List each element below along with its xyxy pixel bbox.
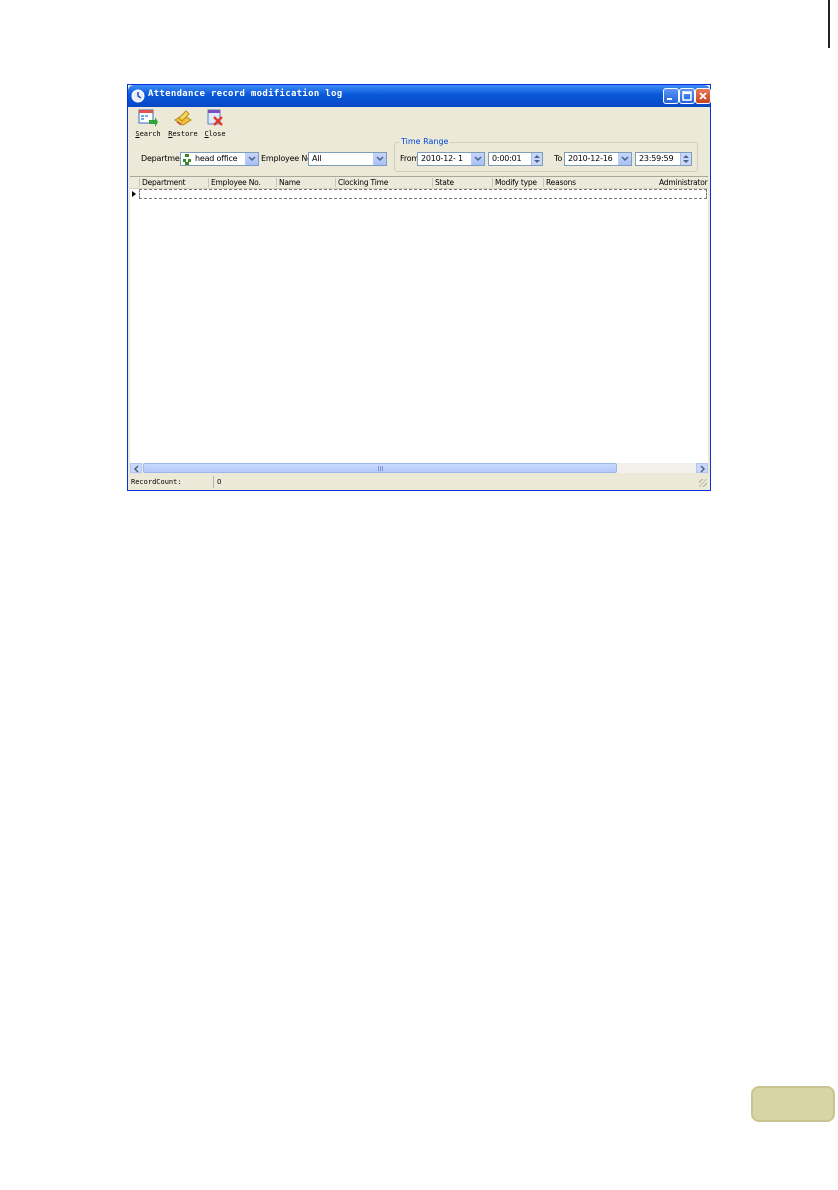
maximize-icon	[682, 91, 692, 101]
page-edge-rule	[828, 0, 830, 48]
column-separator	[139, 178, 140, 187]
from-time-value: 0:00:01	[492, 154, 522, 163]
scroll-grip	[378, 466, 383, 471]
department-dropdown-button[interactable]	[245, 153, 258, 165]
search-icon	[138, 109, 158, 127]
to-date-value: 2010-12-16	[568, 154, 613, 163]
restore-button[interactable]: Restore	[166, 108, 200, 140]
close-icon	[699, 92, 707, 100]
chevron-down-icon	[376, 156, 384, 162]
column-header-name[interactable]: Name	[279, 178, 301, 187]
page-number-badge	[751, 1086, 835, 1122]
spinner-arrows-icon	[534, 155, 540, 163]
to-label: To	[554, 154, 563, 163]
chevron-down-icon	[621, 156, 629, 162]
employee-no-value: All	[312, 154, 322, 163]
to-time-field[interactable]: 23:59:59	[635, 152, 692, 166]
department-tree-icon	[183, 154, 191, 165]
to-time-value: 23:59:59	[639, 154, 674, 163]
restore-label: Restore	[168, 130, 198, 138]
minimize-icon	[667, 98, 672, 100]
column-separator	[543, 178, 544, 187]
from-date-picker[interactable]: 2010-12- 1	[417, 152, 485, 166]
row-pointer-icon	[132, 191, 136, 197]
column-header-reasons[interactable]: Reasons	[546, 178, 576, 187]
to-date-picker[interactable]: 2010-12-16	[564, 152, 632, 166]
column-separator	[335, 178, 336, 187]
time-range-legend: Time Range	[399, 137, 451, 146]
record-count-label: RecordCount:	[131, 478, 182, 486]
from-date-dropdown-button[interactable]	[471, 153, 484, 165]
column-separator	[432, 178, 433, 187]
horizontal-scrollbar[interactable]	[130, 463, 708, 473]
record-count-value: 0	[217, 478, 222, 486]
scroll-left-button[interactable]	[130, 463, 142, 473]
to-date-dropdown-button[interactable]	[618, 153, 631, 165]
from-time-field[interactable]: 0:00:01	[488, 152, 543, 166]
column-header-modify-type[interactable]: Modify type	[495, 178, 537, 187]
close-window-button[interactable]	[695, 88, 711, 104]
department-combo[interactable]: head office	[180, 152, 259, 166]
column-separator	[492, 178, 493, 187]
filter-bar: Department head office Employee No. All …	[129, 137, 709, 176]
employee-dropdown-button[interactable]	[373, 153, 386, 165]
column-header-department[interactable]: Department	[142, 178, 186, 187]
toolbar: Search Restore Close	[129, 107, 709, 140]
chevron-down-icon	[474, 156, 482, 162]
scroll-thumb[interactable]	[143, 463, 617, 473]
column-separator	[276, 178, 277, 187]
employee-no-label: Employee No.	[261, 154, 315, 163]
department-value: head office	[195, 154, 238, 163]
status-bar: RecordCount: 0	[129, 475, 709, 489]
column-separator	[208, 178, 209, 187]
column-header-administrator[interactable]: Administrator	[659, 178, 708, 187]
scroll-right-button[interactable]	[696, 463, 708, 473]
from-date-value: 2010-12- 1	[421, 154, 463, 163]
app-clock-icon	[131, 89, 145, 103]
attendance-log-window: Attendance record modification log Searc…	[127, 84, 711, 491]
window-title: Attendance record modification log	[148, 89, 343, 99]
column-header-clocking-time[interactable]: Clocking Time	[338, 178, 388, 187]
status-separator	[213, 476, 214, 488]
to-time-spinner[interactable]	[680, 153, 691, 165]
chevron-right-icon	[700, 465, 706, 473]
resize-grip[interactable]	[699, 479, 707, 487]
title-bar[interactable]: Attendance record modification log	[128, 85, 711, 107]
new-record-row[interactable]	[139, 189, 707, 199]
grid-header: Department Employee No. Name Clocking Ti…	[130, 177, 708, 189]
close-doc-icon	[207, 109, 223, 126]
minimize-button[interactable]	[663, 88, 679, 104]
from-time-spinner[interactable]	[531, 153, 542, 165]
maximize-button[interactable]	[679, 88, 695, 104]
search-button[interactable]: Search	[131, 108, 165, 140]
search-label: Search	[135, 130, 161, 138]
chevron-left-icon	[133, 465, 139, 473]
column-header-state[interactable]: State	[435, 178, 454, 187]
restore-icon	[174, 110, 192, 126]
chevron-down-icon	[248, 156, 256, 162]
column-header-employee-no[interactable]: Employee No.	[211, 178, 261, 187]
records-grid[interactable]: Department Employee No. Name Clocking Ti…	[130, 176, 708, 464]
employee-no-combo[interactable]: All	[308, 152, 387, 166]
close-label: Close	[204, 130, 226, 138]
close-button[interactable]: Close	[198, 108, 232, 140]
spinner-arrows-icon	[683, 155, 689, 163]
